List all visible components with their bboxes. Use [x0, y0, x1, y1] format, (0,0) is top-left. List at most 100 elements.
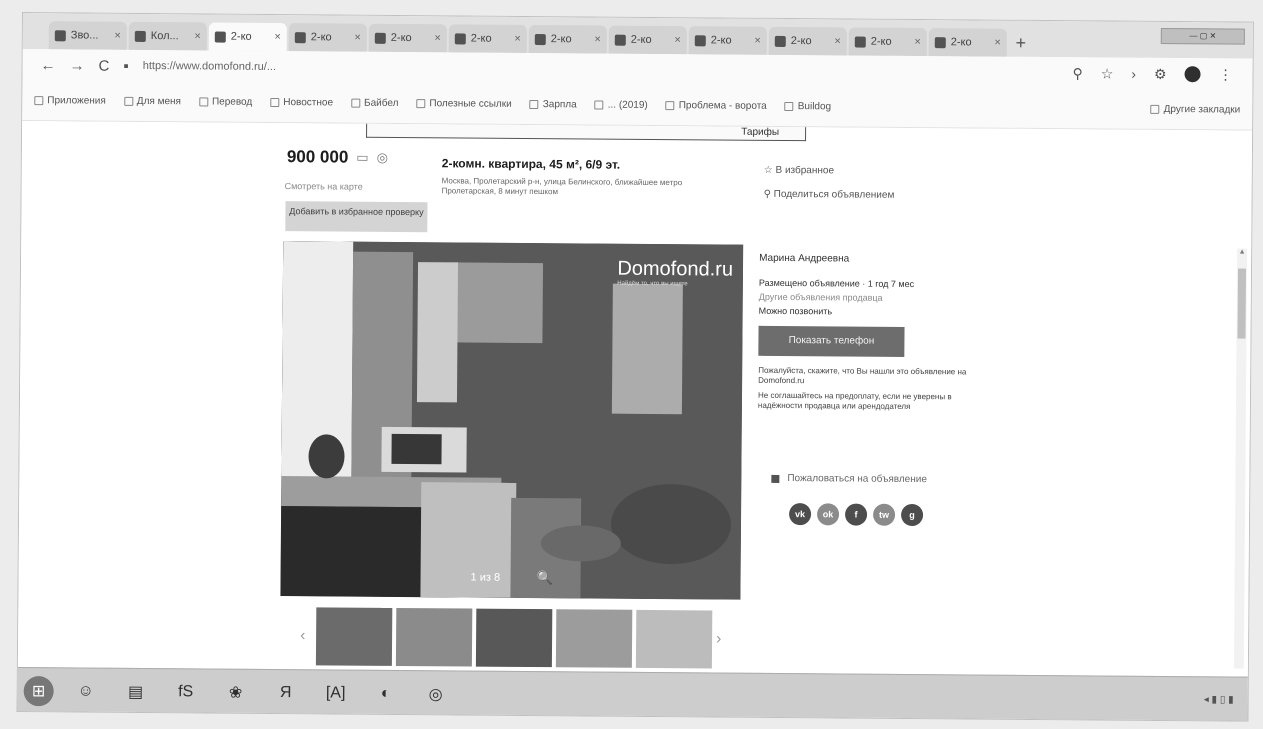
- tab-active[interactable]: 2-ко ×: [208, 22, 287, 52]
- twitter-icon[interactable]: tw: [872, 503, 896, 526]
- star-icon[interactable]: ☆: [1101, 65, 1114, 82]
- taskbar-app-icon[interactable]: ◎: [414, 677, 458, 711]
- tab-close-icon[interactable]: ×: [114, 30, 121, 42]
- zoom-icon[interactable]: 🔍: [537, 570, 553, 586]
- tab-close-icon[interactable]: ×: [914, 36, 921, 48]
- tab-favicon-icon: [934, 36, 946, 48]
- price: 900 000 ▭ ◎: [287, 147, 388, 168]
- folder-icon: [198, 97, 209, 107]
- taskbar-app-icon[interactable]: ❀: [214, 675, 258, 709]
- tab-close-icon[interactable]: ×: [354, 32, 361, 44]
- watermark-logo: Domofond.ru: [617, 257, 734, 281]
- tab[interactable]: 2-ко ×: [688, 26, 767, 55]
- facebook-icon[interactable]: f: [844, 503, 868, 526]
- menu-icon[interactable]: ⋮: [1218, 66, 1232, 83]
- bookmark-label: Полезные ссылки: [429, 98, 512, 110]
- folder-icon: [594, 100, 604, 110]
- back-arrow-icon[interactable]: ←: [41, 57, 56, 74]
- thumbnail[interactable]: [555, 609, 633, 668]
- settings-icon[interactable]: ⚙: [1154, 65, 1167, 82]
- tab[interactable]: 2-ко ×: [528, 24, 607, 54]
- tab-close-icon[interactable]: ×: [834, 35, 841, 47]
- tab-title: 2-ко: [310, 31, 332, 44]
- tab-close-icon[interactable]: ×: [434, 32, 441, 44]
- kitchen-photo: [280, 241, 744, 600]
- folder-icon: [350, 98, 361, 108]
- bookmark-item[interactable]: Перевод: [198, 96, 253, 108]
- taskbar-app-icon[interactable]: fS: [164, 675, 208, 709]
- tab-close-icon[interactable]: ×: [514, 33, 521, 45]
- tab[interactable]: 2-ко ×: [368, 23, 447, 53]
- thumbnails-prev-icon[interactable]: ‹: [300, 627, 312, 645]
- map-link[interactable]: Смотреть на карте: [285, 181, 363, 192]
- tab[interactable]: Зво... ×: [48, 21, 127, 50]
- search-icon[interactable]: ⚲: [1072, 65, 1082, 82]
- other-bookmarks[interactable]: Другие закладки: [1150, 104, 1253, 116]
- ok-icon[interactable]: ok: [816, 503, 840, 526]
- tab[interactable]: 2-ко ×: [848, 27, 927, 57]
- seller-panel: Марина Андреевна Размещено объявление · …: [758, 253, 969, 418]
- bookmark-item[interactable]: Buildog: [784, 101, 831, 112]
- bookmark-item[interactable]: Новостное: [270, 97, 333, 108]
- bookmark-label: Перевод: [211, 96, 253, 108]
- share-link[interactable]: ⚲ Поделиться объявлением: [764, 189, 895, 201]
- request-button[interactable]: Добавить в избранное проверку: [285, 201, 428, 233]
- vk-icon[interactable]: vk: [788, 503, 812, 526]
- tab[interactable]: 2-ко ×: [928, 28, 1007, 57]
- bookmark-item[interactable]: Для меня: [123, 96, 181, 107]
- url-field[interactable]: https://www.domofond.ru/...: [143, 60, 1059, 79]
- report-link[interactable]: Пожаловаться на объявление: [771, 473, 927, 485]
- bookmark-item[interactable]: Проблема - ворота: [665, 100, 767, 112]
- thumbnail[interactable]: [635, 609, 713, 669]
- bookmark-item[interactable]: Зарпла: [529, 99, 577, 111]
- info-icon[interactable]: ◎: [377, 150, 388, 166]
- forward-arrow-icon[interactable]: →: [70, 57, 85, 74]
- price-icon[interactable]: ▭: [356, 150, 368, 166]
- taskbar-app-icon[interactable]: ▤: [114, 674, 158, 708]
- window-controls[interactable]: — ▢ ✕: [1160, 27, 1245, 45]
- avatar[interactable]: [1184, 65, 1201, 82]
- tab[interactable]: 2-ко ×: [448, 24, 527, 53]
- taskbar-app-icon[interactable]: ☺: [64, 674, 108, 708]
- tab-close-icon[interactable]: ×: [194, 30, 201, 42]
- new-tab-button[interactable]: +: [1009, 31, 1033, 55]
- chrome-icon[interactable]: ◐: [364, 676, 408, 710]
- main-photo[interactable]: Domofond.ru Найдём то, что вы ищете 1 из…: [280, 241, 744, 600]
- toolbar-right: ⚲ ☆ › ⚙ ⋮: [1072, 65, 1252, 83]
- seller-other-ads-link[interactable]: Другие объявления продавца: [759, 292, 969, 304]
- start-button[interactable]: ⊞: [23, 675, 54, 706]
- scroll-up-icon[interactable]: ▲: [1237, 249, 1247, 256]
- yandex-icon[interactable]: Я: [264, 675, 308, 709]
- extension-icon[interactable]: ›: [1131, 65, 1136, 82]
- tab-title: 2-ко: [630, 33, 652, 46]
- system-tray[interactable]: ◂ ▮ ▯ ▮: [1204, 694, 1248, 705]
- bookmark-item[interactable]: Приложения: [34, 95, 106, 107]
- tab-close-icon[interactable]: ×: [274, 31, 281, 43]
- favorite-link[interactable]: ☆ В избранное: [764, 165, 834, 177]
- tab[interactable]: Кол... ×: [128, 21, 207, 51]
- bookmark-item[interactable]: ... (2019): [594, 100, 648, 111]
- tab-close-icon[interactable]: ×: [594, 33, 601, 45]
- tab[interactable]: 2-ко ×: [768, 26, 847, 56]
- taskbar-app-icon[interactable]: [A]: [314, 676, 358, 710]
- tariff-banner[interactable]: Тарифы: [366, 123, 807, 142]
- scrollbar[interactable]: ▲: [1233, 248, 1248, 669]
- thumbnail[interactable]: [475, 608, 553, 668]
- bookmark-item[interactable]: Байбел: [350, 98, 398, 109]
- bookmark-label: Зарпла: [542, 99, 577, 111]
- show-phone-button[interactable]: Показать телефон: [758, 325, 905, 357]
- google-icon[interactable]: g: [900, 503, 924, 527]
- tab-close-icon[interactable]: ×: [674, 34, 681, 46]
- bookmark-item[interactable]: Полезные ссылки: [416, 98, 512, 110]
- tab-close-icon[interactable]: ×: [994, 37, 1001, 49]
- tab[interactable]: 2-ко ×: [608, 25, 687, 55]
- scrollbar-thumb[interactable]: [1237, 268, 1247, 339]
- thumbnail[interactable]: [395, 607, 473, 667]
- tab-close-icon[interactable]: ×: [754, 35, 761, 47]
- thumbnails-next-icon[interactable]: ›: [716, 630, 728, 648]
- report-label: Пожаловаться на объявление: [787, 473, 927, 486]
- tab[interactable]: 2-ко ×: [288, 23, 367, 52]
- reload-icon[interactable]: C: [99, 57, 110, 74]
- thumbnail[interactable]: [315, 607, 393, 666]
- photographed-monitor: Зво... × Кол... × 2-ко × 2-ко × 2-ко × 2-ко × …: [0, 0, 1263, 729]
